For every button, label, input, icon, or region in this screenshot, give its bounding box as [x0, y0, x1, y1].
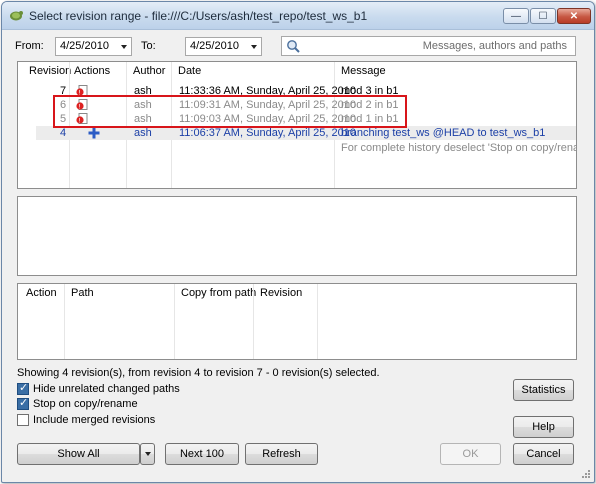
message-cell: mod 1 in b1 [341, 113, 399, 125]
chevron-down-icon [121, 45, 127, 49]
hide-unrelated-label[interactable]: Hide unrelated changed paths [33, 383, 180, 395]
changed-paths-list[interactable]: Action Path Copy from path Revision [17, 283, 577, 360]
date-cell: 11:09:31 AM, Sunday, April 25, 2010 [179, 99, 356, 111]
column-divider [317, 284, 318, 359]
to-label: To: [141, 40, 156, 52]
next-100-button[interactable]: Next 100 [165, 443, 239, 465]
history-note-text: For complete history deselect 'Stop on c… [341, 142, 577, 154]
resize-grip-icon[interactable] [580, 468, 591, 479]
show-all-dropdown-button[interactable] [140, 443, 155, 465]
log-row[interactable]: 5 ! ash 11:09:03 AM, Sunday, April 25, 2… [18, 112, 576, 126]
date-cell: 11:33:36 AM, Sunday, April 25, 2010 [179, 85, 356, 97]
modified-icon: ! [76, 113, 88, 124]
svg-text:!: ! [78, 103, 80, 110]
status-text: Showing 4 revision(s), from revision 4 t… [17, 367, 380, 379]
minimize-icon: — [511, 10, 521, 22]
date-cell: 11:09:03 AM, Sunday, April 25, 2010 [179, 113, 356, 125]
from-date-picker[interactable]: 4/25/2010 [55, 37, 132, 56]
revision-cell: 4 [60, 127, 67, 139]
svg-text:!: ! [78, 89, 80, 96]
log-message-box[interactable] [17, 196, 577, 276]
to-date-value: 4/25/2010 [190, 40, 239, 52]
column-divider [253, 284, 254, 359]
close-icon: ✕ [569, 10, 579, 22]
log-row-selected[interactable]: 4 ash 11:06:37 AM, Sunday, April 25, 201… [36, 126, 576, 140]
include-merged-label[interactable]: Include merged revisions [33, 414, 155, 426]
revision-cell: 5 [60, 113, 67, 125]
modified-icon: ! [76, 99, 88, 110]
show-all-button[interactable]: Show All [17, 443, 140, 465]
history-note: For complete history deselect 'Stop on c… [18, 141, 576, 155]
stop-on-copy-label[interactable]: Stop on copy/rename [33, 398, 138, 410]
close-button[interactable]: ✕ [557, 8, 591, 24]
column-header-path[interactable]: Path [63, 284, 94, 303]
revision-log-list[interactable]: Revision Actions Author Date Message 7 !… [17, 61, 577, 189]
svg-text:!: ! [78, 117, 80, 124]
ok-button[interactable]: OK [440, 443, 501, 465]
message-cell: branching test_ws @HEAD to test_ws_b1 [341, 127, 546, 139]
maximize-button[interactable]: ☐ [530, 8, 556, 24]
to-date-picker[interactable]: 4/25/2010 [185, 37, 262, 56]
hide-unrelated-checkbox[interactable] [17, 381, 29, 395]
column-header-date[interactable]: Date [170, 62, 201, 81]
column-header-revision[interactable]: Revision [252, 284, 302, 303]
message-cell: mod 3 in b1 [341, 85, 399, 97]
maximize-icon: ☐ [538, 10, 548, 22]
log-row[interactable]: 6 ! ash 11:09:31 AM, Sunday, April 25, 2… [18, 98, 576, 112]
author-cell: ash [134, 127, 152, 139]
minimize-button[interactable]: — [503, 8, 529, 24]
author-cell: ash [134, 85, 152, 97]
window-title: Select revision range - file:///C:/Users… [29, 9, 368, 23]
help-button[interactable]: Help [513, 416, 574, 438]
chevron-down-icon [144, 452, 151, 456]
column-header-copy-from-path[interactable]: Copy from path [173, 284, 256, 303]
cancel-button[interactable]: Cancel [513, 443, 574, 465]
modified-icon: ! [76, 85, 88, 96]
column-header-action[interactable]: Action [18, 284, 57, 303]
stop-on-copy-checkbox[interactable] [17, 396, 29, 410]
revision-cell: 6 [60, 99, 67, 111]
column-header-actions[interactable]: Actions [66, 62, 110, 81]
added-icon [88, 127, 100, 139]
from-date-value: 4/25/2010 [60, 40, 109, 52]
column-divider [64, 284, 65, 359]
dialog-window: Select revision range - file:///C:/Users… [1, 1, 595, 483]
from-label: From: [15, 40, 44, 52]
statistics-button[interactable]: Statistics [513, 379, 574, 401]
column-divider [174, 284, 175, 359]
author-cell: ash [134, 113, 152, 125]
date-cell: 11:06:37 AM, Sunday, April 25, 2010 [179, 127, 356, 139]
column-header-message[interactable]: Message [333, 62, 386, 81]
tortoise-app-icon [10, 11, 23, 21]
column-header-revision[interactable]: Revision [21, 62, 71, 81]
column-header-author[interactable]: Author [125, 62, 165, 81]
search-input[interactable]: Messages, authors and paths [281, 36, 576, 56]
title-bar: Select revision range - file:///C:/Users… [2, 2, 594, 30]
refresh-button[interactable]: Refresh [245, 443, 318, 465]
search-icon [287, 40, 300, 53]
author-cell: ash [134, 99, 152, 111]
log-row[interactable]: 7 ! ash 11:33:36 AM, Sunday, April 25, 2… [18, 84, 576, 98]
revision-cell: 7 [60, 85, 67, 97]
search-placeholder: Messages, authors and paths [422, 40, 567, 52]
chevron-down-icon [251, 45, 257, 49]
message-cell: mod 2 in b1 [341, 99, 399, 111]
include-merged-checkbox[interactable] [17, 414, 29, 426]
